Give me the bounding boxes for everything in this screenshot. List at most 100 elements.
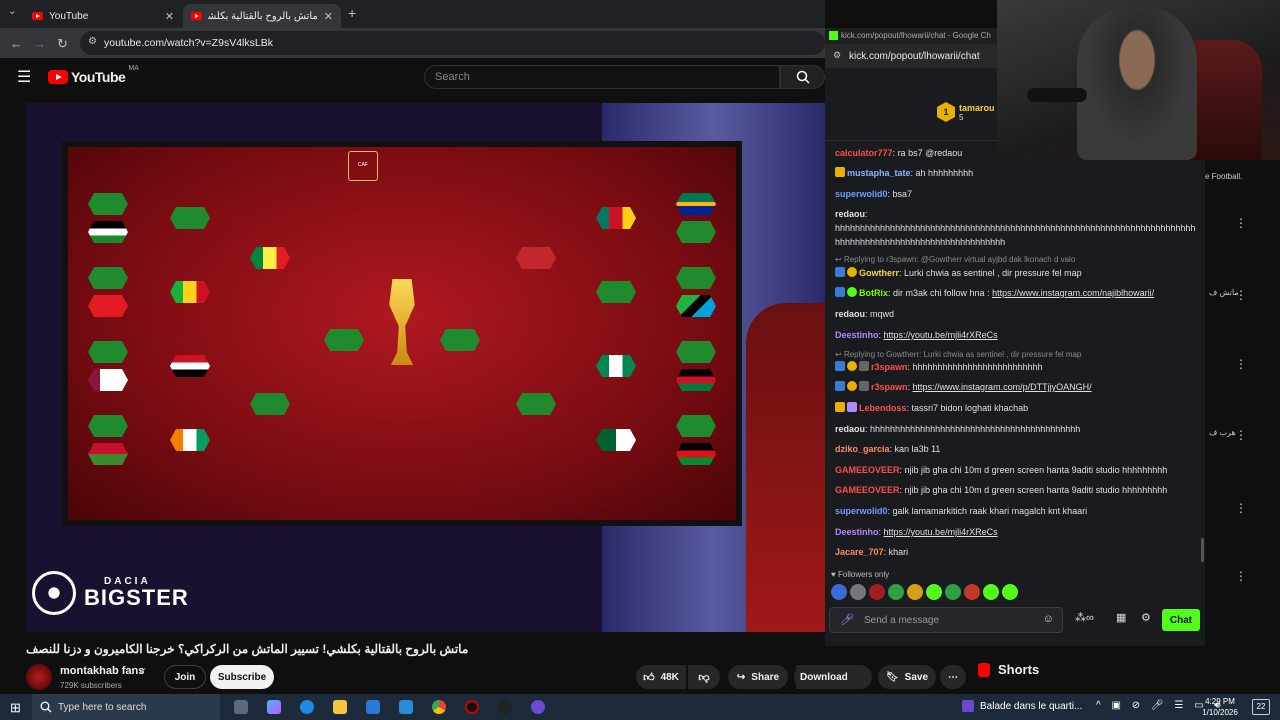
emote-icon[interactable] (850, 584, 866, 600)
bracket-slot (250, 247, 290, 269)
subscribe-button[interactable]: Subscribe (210, 665, 274, 689)
channel-name[interactable]: montakhab fans (60, 665, 144, 677)
football-icon (32, 571, 76, 615)
chat-link[interactable]: https://youtu.be/mjli4rXReCs (884, 330, 998, 340)
emote-icon[interactable] (964, 584, 980, 600)
clock[interactable]: 4:29 PM 1/10/2026 (1200, 696, 1240, 718)
windows-taskbar: ⊞ Type here to search Balade dans le qua… (0, 694, 1280, 720)
gifter-badge-icon (859, 381, 869, 391)
forward-icon[interactable]: → (33, 36, 46, 51)
taskbar-search-input[interactable]: Type here to search (32, 694, 220, 720)
emote-icon[interactable] (869, 584, 885, 600)
reload-icon[interactable]: ↻ (57, 36, 68, 52)
message-input[interactable]: 🎤︎ Send a message ☺ (829, 607, 1063, 633)
like-button[interactable]: 👍︎ 48K (636, 665, 686, 689)
more-options-icon[interactable]: ⋮ (1235, 216, 1247, 230)
back-icon[interactable]: ← (10, 36, 23, 51)
chat-link[interactable]: https://www.instagram.com/najiblhowarii/ (992, 288, 1154, 298)
task-view-icon[interactable] (234, 700, 248, 714)
dislike-button[interactable]: 👎︎ (688, 665, 720, 689)
chrome-icon[interactable] (432, 700, 446, 714)
bracket-slot (676, 267, 716, 289)
app-icon[interactable] (465, 700, 479, 714)
emote-icon[interactable] (945, 584, 961, 600)
copilot-icon[interactable] (267, 700, 281, 714)
bracket-slot (250, 393, 290, 415)
notifications-button[interactable]: 22 (1252, 699, 1270, 715)
settings-icon[interactable]: ⚙ (1141, 611, 1151, 624)
shorts-header[interactable]: Shorts (978, 662, 1039, 677)
emote-icon[interactable] (926, 584, 942, 600)
youtube-favicon-icon (32, 12, 43, 20)
more-actions-button[interactable]: ⋯ (940, 665, 966, 689)
file-explorer-icon[interactable] (333, 700, 347, 714)
store-icon[interactable] (366, 700, 380, 714)
more-options-icon[interactable]: ⋮ (1235, 501, 1247, 515)
shorts-icon (978, 662, 990, 677)
new-tab-button[interactable]: + (348, 5, 356, 21)
bracket-slot (88, 267, 128, 289)
chat-message: Lebendoss: tassri7 bidon loghati khachab (835, 401, 1197, 415)
chat-url-bar: ⚙ kick.com/popout/lhowarii/chat (825, 44, 997, 68)
rewards-icon[interactable]: ⁂∞ (1075, 611, 1094, 624)
chat-scrollbar[interactable] (1201, 538, 1204, 562)
reply-context: ↩ Replying to r3spawn: @Gowtherr virtual… (835, 255, 1076, 264)
gift-badge-icon (847, 402, 857, 412)
mail-icon[interactable] (399, 700, 413, 714)
edge-icon[interactable] (300, 700, 314, 714)
tab-search-icon[interactable]: ⌄ (8, 6, 16, 17)
bracket-slot (88, 341, 128, 363)
more-options-icon[interactable]: ⋮ (1235, 357, 1247, 371)
start-icon[interactable]: ⊞ (10, 700, 21, 716)
share-button[interactable]: ↪ Share (728, 665, 788, 689)
bracket-slot (324, 329, 364, 351)
bracket-slot (170, 429, 210, 451)
chat-link[interactable]: https://youtu.be/mjli4rXReCs (884, 527, 998, 537)
url-field[interactable]: ⚙ youtube.com/watch?v=Z9sV4lksLBk (80, 31, 825, 55)
menu-icon[interactable]: ☰ (17, 67, 31, 87)
bracket-slot (170, 281, 210, 303)
top-gifter[interactable]: 1 tamarou 5 (937, 102, 995, 122)
verified-icon: ✔ (139, 666, 147, 676)
site-info-icon[interactable]: ⚙ (88, 36, 97, 47)
youtube-logo[interactable]: YouTube MA (48, 65, 139, 85)
subscriber-count: 729K subscribers (60, 681, 122, 690)
close-tab-icon[interactable]: ✕ (324, 10, 333, 23)
bracket-slot (170, 355, 210, 377)
obs-icon[interactable] (498, 700, 512, 714)
video-player[interactable]: CAF DACIA BIGSTER (26, 103, 825, 632)
emote-icon[interactable] (983, 584, 999, 600)
bracket-slot (88, 443, 128, 465)
download-label-button[interactable]: Download (796, 665, 872, 689)
emote-icon[interactable] (888, 584, 904, 600)
bracket-slot (676, 341, 716, 363)
emote-icon[interactable] (831, 584, 847, 600)
crown-badge-icon (835, 167, 845, 177)
tab-video[interactable]: ماتش بالروح بالقتالية بكلشي! تس... ✕ (183, 4, 341, 28)
chrome-alt-icon[interactable] (531, 700, 545, 714)
more-options-icon[interactable]: ⋮ (1235, 288, 1247, 302)
search-input[interactable]: Search (424, 65, 780, 89)
webcam-overlay (997, 0, 1280, 160)
media-widget[interactable]: Balade dans le quarti... (962, 700, 1082, 712)
join-button[interactable]: Join (164, 665, 206, 689)
mic-icon[interactable]: 🎤︎ (840, 613, 854, 626)
chat-window-titlebar: kick.com/popout/lhowarii/chat - Google C… (825, 28, 997, 44)
search-button[interactable] (780, 65, 825, 89)
reply-icon: ↩ (835, 350, 844, 359)
chat-send-button[interactable]: Chat (1162, 609, 1200, 631)
close-tab-icon[interactable]: ✕ (165, 10, 174, 23)
emote-icon[interactable] (1002, 584, 1018, 600)
browser-tab-bar: ⌄ YouTube ✕ ماتش بالروح بالقتالية بكلشي!… (0, 0, 825, 28)
tab-youtube[interactable]: YouTube ✕ (24, 4, 182, 28)
more-options-icon[interactable]: ⋮ (1235, 428, 1247, 442)
chat-message: Gowtherr: Lurki chwia as sentinel , dir … (835, 266, 1197, 280)
more-options-icon[interactable]: ⋮ (1235, 569, 1247, 583)
avatar[interactable] (26, 664, 52, 690)
site-info-icon[interactable]: ⚙ (833, 50, 841, 61)
emoji-icon[interactable]: ☺ (1043, 613, 1054, 625)
gift-icon[interactable]: ▦ (1116, 611, 1126, 624)
save-button[interactable]: 🔖︎ Save (878, 665, 936, 689)
chat-link[interactable]: https://www.instagram.com/p/DTTjjyOANGH/ (913, 382, 1092, 392)
emote-icon[interactable] (907, 584, 923, 600)
